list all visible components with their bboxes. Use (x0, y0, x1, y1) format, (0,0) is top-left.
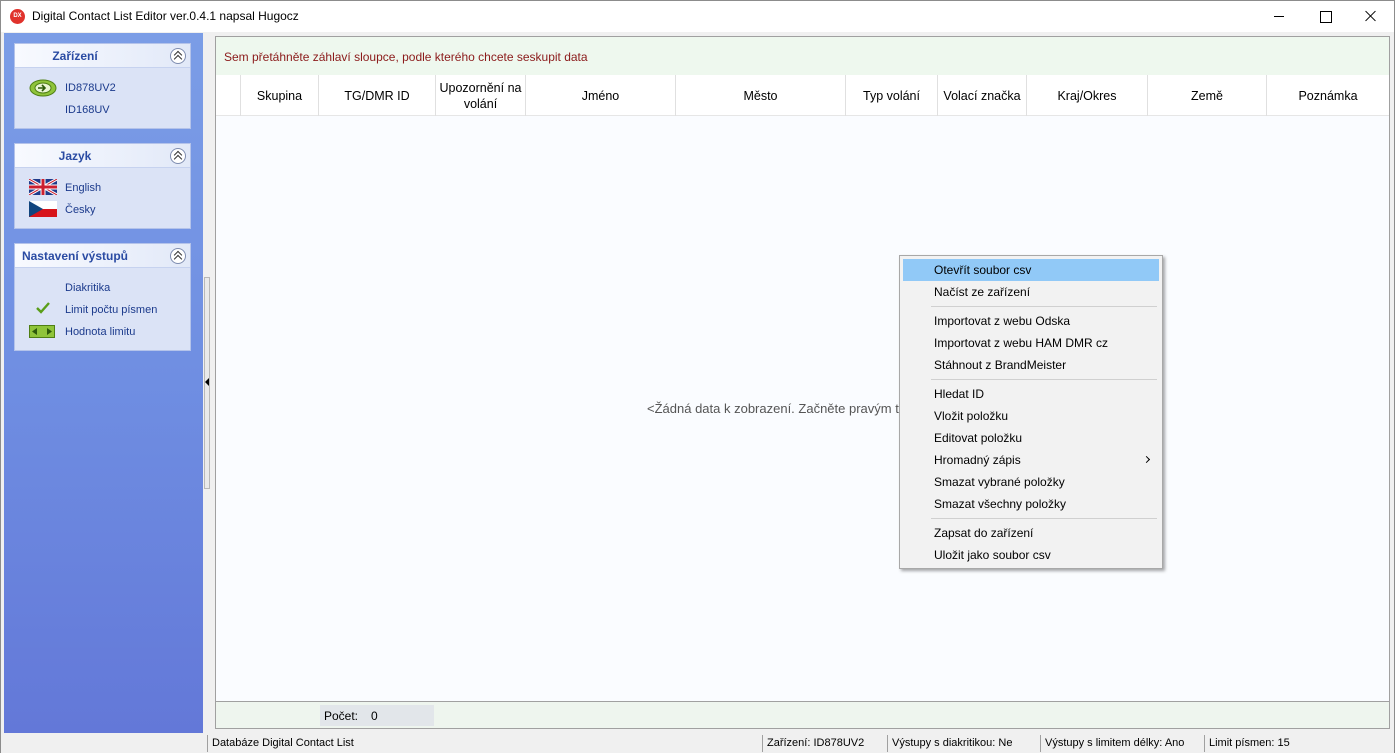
menu-item-smazat-vsechny[interactable]: Smazat všechny položky (903, 493, 1159, 515)
group-nastaveni-vystupu: Nastavení výstupů Diakritika Limit počtu… (14, 243, 191, 351)
status-device: Zařízení: ID878UV2 (762, 735, 886, 752)
menu-item-hledat-id[interactable]: Hledat ID (903, 383, 1159, 405)
nav-item-id168uv[interactable]: ID168UV (65, 104, 110, 116)
menu-item-label: Hromadný zápis (934, 453, 1021, 467)
collapse-button[interactable] (170, 48, 186, 64)
group-header[interactable]: Zařízení (15, 44, 190, 68)
title-bar: DX Digital Contact List Editor ver.0.4.1… (1, 1, 1394, 32)
menu-item-smazat-vybrane[interactable]: Smazat vybrané položky (903, 471, 1159, 493)
group-title: Jazyk (58, 149, 92, 163)
collapse-arrow-icon[interactable] (205, 378, 209, 386)
group-jazyk: Jazyk English Česky (14, 143, 191, 229)
nav-item-limit-poctu-pismen[interactable]: Limit počtu písmen (65, 304, 157, 316)
app-logo-icon: DX (10, 9, 25, 24)
group-zarizeni: Zařízení ID878UV2 ID168UV (14, 43, 191, 129)
empty-grid-message: <Žádná data k zobrazení. Začněte pravým … (647, 401, 902, 416)
menu-item-otevrit-soubor-csv[interactable]: Otevřít soubor csv (903, 259, 1159, 281)
menu-item-hromadny-zapis[interactable]: Hromadný zápis (903, 449, 1159, 471)
menu-separator (931, 379, 1157, 380)
column-headers: Skupina TG/DMR ID Upozornění na volání J… (216, 75, 1389, 116)
checkmark-icon (36, 302, 50, 314)
collapse-button[interactable] (170, 248, 186, 264)
column-header-upozorneni[interactable]: Upozornění na volání (435, 75, 525, 116)
nav-item-english[interactable]: English (65, 182, 101, 194)
status-char-limit: Limit písmen: 15 (1204, 735, 1392, 752)
context-menu: Otevřít soubor csv Načíst ze zařízení Im… (899, 255, 1163, 569)
contact-grid: Sem přetáhněte záhlaví sloupce, podle kt… (215, 36, 1390, 729)
group-header[interactable]: Nastavení výstupů (15, 244, 190, 268)
minimize-button[interactable] (1256, 1, 1302, 32)
menu-item-vlozit-polozku[interactable]: Vložit položku (903, 405, 1159, 427)
menu-item-importovat-odska[interactable]: Importovat z webu Odska (903, 310, 1159, 332)
menu-item-importovat-ham-dmr[interactable]: Importovat z webu HAM DMR cz (903, 332, 1159, 354)
column-header-poznamka[interactable]: Poznámka (1266, 75, 1389, 116)
collapse-button[interactable] (170, 148, 186, 164)
menu-separator (931, 518, 1157, 519)
group-title: Zařízení (52, 49, 98, 63)
menu-item-zapsat-do-zarizeni[interactable]: Zapsat do zařízení (903, 522, 1159, 544)
group-by-panel[interactable]: Sem přetáhněte záhlaví sloupce, podle kt… (216, 37, 1389, 75)
nav-item-hodnota-limitu[interactable]: Hodnota limitu (65, 326, 135, 338)
uk-flag-icon (29, 179, 57, 195)
count-value: 0 (371, 709, 378, 723)
column-header-tg-dmr-id[interactable]: TG/DMR ID (318, 75, 435, 116)
menu-item-stahnout-brandmeister[interactable]: Stáhnout z BrandMeister (903, 354, 1159, 376)
status-length-limit: Výstupy s limitem délky: Ano (1040, 735, 1202, 752)
group-title: Nastavení výstupů (21, 249, 129, 263)
splitter[interactable] (203, 33, 213, 733)
column-header-kraj-okres[interactable]: Kraj/Okres (1026, 75, 1147, 116)
column-header-zeme[interactable]: Země (1147, 75, 1266, 116)
range-icon (29, 325, 55, 338)
czech-flag-icon (29, 201, 57, 217)
group-header[interactable]: Jazyk (15, 144, 190, 168)
submenu-arrow-icon (1142, 455, 1151, 464)
menu-separator (931, 306, 1157, 307)
status-database: Databáze Digital Contact List (207, 735, 761, 752)
close-button[interactable] (1348, 1, 1394, 32)
nav-item-diakritika[interactable]: Diakritika (65, 282, 110, 294)
count-summary: Počet: 0 (320, 705, 434, 726)
menu-item-ulozit-jako-csv[interactable]: Uložit jako soubor csv (903, 544, 1159, 566)
grid-footer: Počet: 0 (216, 701, 1389, 728)
menu-item-nacist-ze-zarizeni[interactable]: Načíst ze zařízení (903, 281, 1159, 303)
nav-item-cesky[interactable]: Česky (65, 204, 96, 216)
window-title: Digital Contact List Editor ver.0.4.1 na… (32, 9, 299, 23)
column-header-typ-volani[interactable]: Typ volání (845, 75, 937, 116)
column-header-skupina[interactable]: Skupina (240, 75, 318, 116)
app-window: DX Digital Contact List Editor ver.0.4.1… (0, 0, 1395, 753)
arrow-circle-icon (29, 79, 57, 97)
menu-item-editovat-polozku[interactable]: Editovat položku (903, 427, 1159, 449)
navigation-pane: Zařízení ID878UV2 ID168UV Jazyk English … (4, 33, 203, 733)
column-header-jmeno[interactable]: Jméno (525, 75, 675, 116)
status-bar: Databáze Digital Contact List Zařízení: … (1, 734, 1394, 753)
group-by-hint: Sem přetáhněte záhlaví sloupce, podle kt… (224, 50, 588, 64)
column-header-mesto[interactable]: Město (675, 75, 845, 116)
maximize-button[interactable] (1302, 1, 1348, 32)
column-header-volaci-znacka[interactable]: Volací značka (937, 75, 1026, 116)
status-diacritics: Výstupy s diakritikou: Ne (887, 735, 1039, 752)
count-label: Počet: (324, 709, 359, 723)
nav-item-id878uv2[interactable]: ID878UV2 (65, 82, 116, 94)
